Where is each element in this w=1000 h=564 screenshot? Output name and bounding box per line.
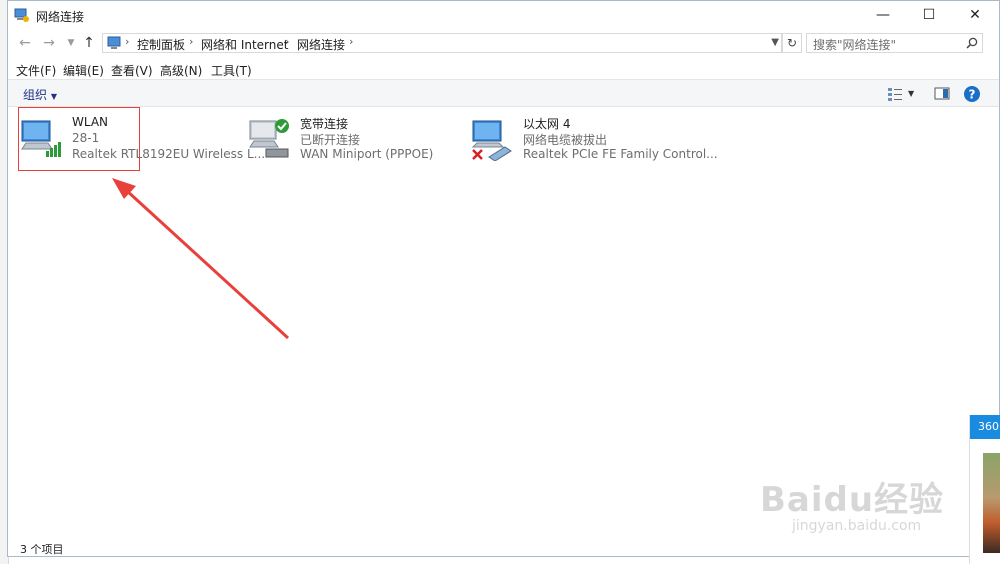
side-popup-header: 360	[970, 415, 1000, 439]
watermark-text: Baidu经验	[760, 480, 945, 520]
side-popup-card[interactable]: 360	[969, 415, 1000, 564]
watermark-url: jingyan.baidu.com	[792, 518, 922, 534]
baidu-watermark: Baidu经验 jingyan.baidu.com	[760, 462, 960, 542]
side-popup-image	[983, 453, 1000, 553]
